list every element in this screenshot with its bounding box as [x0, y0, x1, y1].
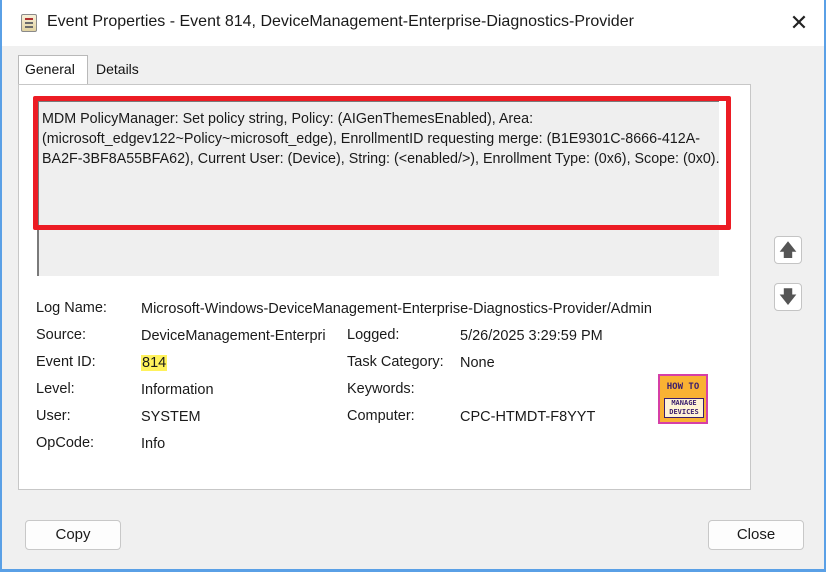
title-bar: Event Properties - Event 814, DeviceMana…	[2, 0, 824, 46]
log-name-value: Microsoft-Windows-DeviceManagement-Enter…	[141, 301, 652, 317]
copy-button[interactable]: Copy	[25, 520, 121, 550]
opcode-value: Info	[141, 436, 166, 452]
event-viewer-icon	[21, 14, 37, 32]
logged-value: 5/26/2025 3:29:59 PM	[460, 328, 603, 344]
log-name-label: Log Name:	[36, 300, 107, 316]
how-to-manage-devices-logo: HOW TO MANAGE DEVICES	[658, 374, 708, 424]
event-id-label: Event ID:	[36, 354, 96, 370]
tab-general[interactable]: General	[18, 55, 88, 84]
computer-value: CPC-HTMDT-F8YYT	[460, 409, 596, 425]
red-highlight-box	[33, 96, 731, 230]
event-id-highlight: 814	[141, 355, 168, 371]
tab-strip: General Details	[18, 55, 748, 84]
previous-event-button[interactable]: 🡅	[774, 236, 802, 264]
window-title: Event Properties - Event 814, DeviceMana…	[47, 13, 634, 30]
event-properties-window: Event Properties - Event 814, DeviceMana…	[0, 0, 826, 572]
logo-line2: MANAGE DEVICES	[664, 398, 704, 418]
event-id-value: 814	[141, 355, 168, 371]
logged-label: Logged:	[347, 327, 400, 343]
next-event-button[interactable]: 🡇	[774, 283, 802, 311]
logo-line1: HOW TO	[666, 382, 700, 392]
level-label: Level:	[36, 381, 75, 397]
source-value: DeviceManagement-Enterpri	[141, 328, 326, 344]
keywords-label: Keywords:	[347, 381, 415, 397]
opcode-label: OpCode:	[36, 435, 95, 451]
level-value: Information	[141, 382, 214, 398]
source-label: Source:	[36, 327, 86, 343]
arrow-down-icon: 🡇	[778, 287, 798, 307]
tab-details[interactable]: Details	[90, 56, 160, 83]
user-value: SYSTEM	[141, 409, 201, 425]
computer-label: Computer:	[347, 408, 415, 424]
close-button[interactable]: Close	[708, 520, 804, 550]
task-category-label: Task Category:	[347, 354, 444, 370]
user-label: User:	[36, 408, 71, 424]
task-category-value: None	[460, 355, 495, 371]
close-icon[interactable]: ✕	[786, 10, 812, 36]
arrow-up-icon: 🡅	[778, 240, 798, 260]
